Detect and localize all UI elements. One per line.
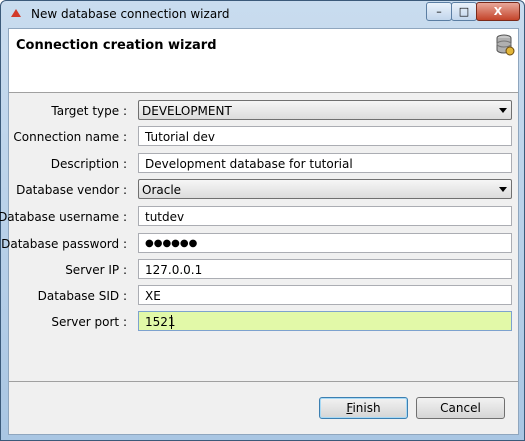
database-vendor-label: Database vendor : bbox=[16, 183, 127, 197]
row-target-type: Target type : DEVELOPMENT bbox=[9, 100, 518, 122]
server-port-input[interactable]: 1521 bbox=[138, 311, 512, 331]
database-vendor-value: Oracle bbox=[142, 183, 182, 197]
database-username-input[interactable]: tutdev bbox=[138, 206, 512, 226]
maximize-button[interactable]: □ bbox=[451, 2, 477, 21]
server-ip-value: 127.0.0.1 bbox=[145, 263, 203, 277]
title-bar[interactable]: New database connection wizard – □ X bbox=[1, 1, 524, 27]
close-icon: X bbox=[493, 5, 503, 18]
chevron-down-icon bbox=[499, 108, 507, 113]
row-database-sid: Database SID : XE bbox=[9, 285, 518, 307]
description-input[interactable]: Development database for tutorial bbox=[138, 153, 512, 173]
maximize-icon: □ bbox=[458, 5, 470, 18]
chevron-down-icon bbox=[499, 187, 507, 192]
database-password-input[interactable]: ●●●●●● bbox=[138, 233, 512, 253]
close-button[interactable]: X bbox=[476, 2, 520, 21]
database-vendor-select[interactable]: Oracle bbox=[138, 179, 512, 199]
wizard-title: Connection creation wizard bbox=[16, 38, 217, 53]
cancel-label: Cancel bbox=[440, 401, 481, 415]
minimize-button[interactable]: – bbox=[426, 2, 452, 21]
database-password-value: ●●●●●● bbox=[145, 238, 198, 249]
footer-separator bbox=[9, 381, 518, 382]
minimize-icon: – bbox=[436, 5, 442, 18]
window-title: New database connection wizard bbox=[31, 7, 230, 21]
wizard-header: Connection creation wizard bbox=[9, 29, 518, 93]
server-port-label: Server port : bbox=[51, 315, 127, 329]
target-type-select[interactable]: DEVELOPMENT bbox=[138, 100, 512, 120]
target-type-value: DEVELOPMENT bbox=[142, 104, 232, 118]
row-server-port: Server port : 1521 bbox=[9, 311, 518, 333]
wizard-window: New database connection wizard – □ X Con… bbox=[0, 0, 525, 441]
database-username-value: tutdev bbox=[145, 210, 185, 224]
finish-label-rest: inish bbox=[352, 401, 381, 415]
description-value: Development database for tutorial bbox=[145, 157, 353, 171]
dialog-client: Connection creation wizard Target type :… bbox=[0, 28, 519, 435]
finish-label: Finish bbox=[346, 401, 380, 415]
row-connection-name: Connection name : Tutorial dev bbox=[9, 126, 518, 148]
text-caret bbox=[171, 315, 172, 329]
row-server-ip: Server IP : 127.0.0.1 bbox=[9, 259, 518, 281]
row-database-username: Database username : tutdev bbox=[0, 206, 518, 228]
database-sid-value: XE bbox=[145, 289, 161, 303]
description-label: Description : bbox=[50, 157, 127, 171]
connection-name-value: Tutorial dev bbox=[145, 130, 216, 144]
server-ip-label: Server IP : bbox=[65, 263, 127, 277]
database-password-label: Database password : bbox=[1, 237, 127, 251]
server-ip-input[interactable]: 127.0.0.1 bbox=[138, 259, 512, 279]
row-database-vendor: Database vendor : Oracle bbox=[9, 179, 518, 201]
target-type-label: Target type : bbox=[51, 104, 127, 118]
connection-name-input[interactable]: Tutorial dev bbox=[138, 126, 512, 146]
row-database-password: Database password : ●●●●●● bbox=[1, 233, 518, 255]
row-description: Description : Development database for t… bbox=[9, 153, 518, 175]
database-sid-label: Database SID : bbox=[37, 289, 127, 303]
finish-button[interactable]: Finish bbox=[319, 397, 408, 419]
database-sid-input[interactable]: XE bbox=[138, 285, 512, 305]
connection-name-label: Connection name : bbox=[13, 130, 127, 144]
database-username-label: Database username : bbox=[0, 210, 127, 224]
database-icon bbox=[496, 34, 515, 56]
app-icon bbox=[11, 9, 21, 17]
cancel-button[interactable]: Cancel bbox=[416, 397, 505, 419]
